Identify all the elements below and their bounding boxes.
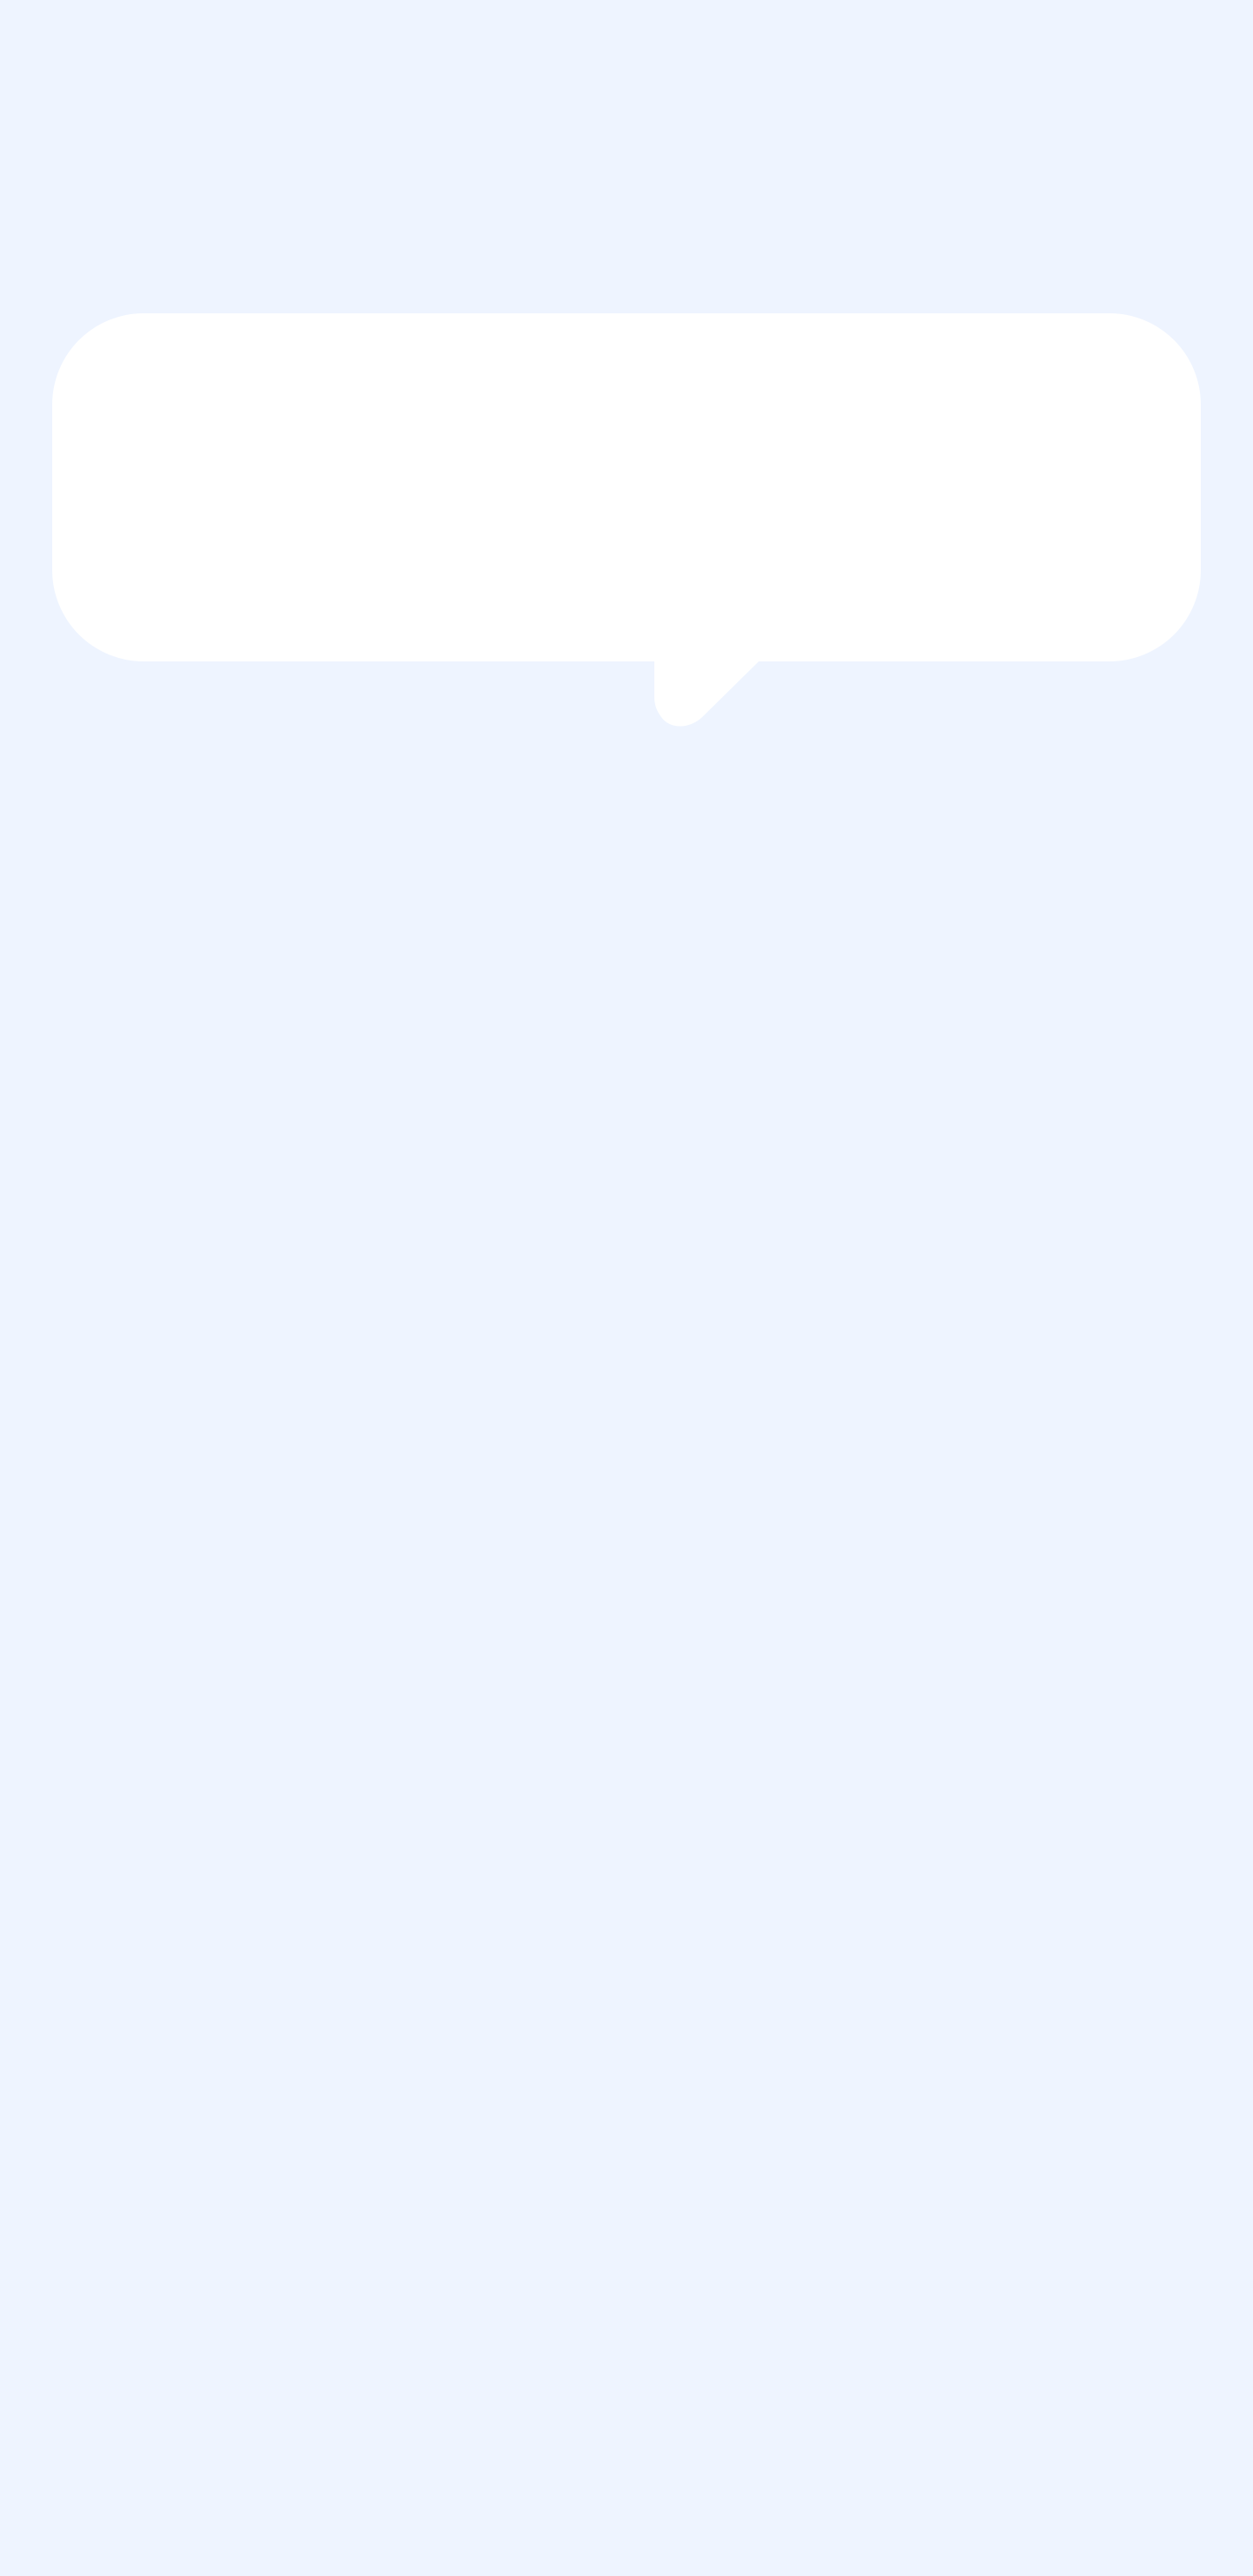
- speech-bubble: [0, 0, 1253, 2576]
- speech-bubble-content: [52, 313, 1201, 661]
- app-screen: [0, 0, 1253, 2576]
- speech-bubble-path: [52, 313, 1201, 727]
- speech-bubble-shape: [52, 313, 1201, 727]
